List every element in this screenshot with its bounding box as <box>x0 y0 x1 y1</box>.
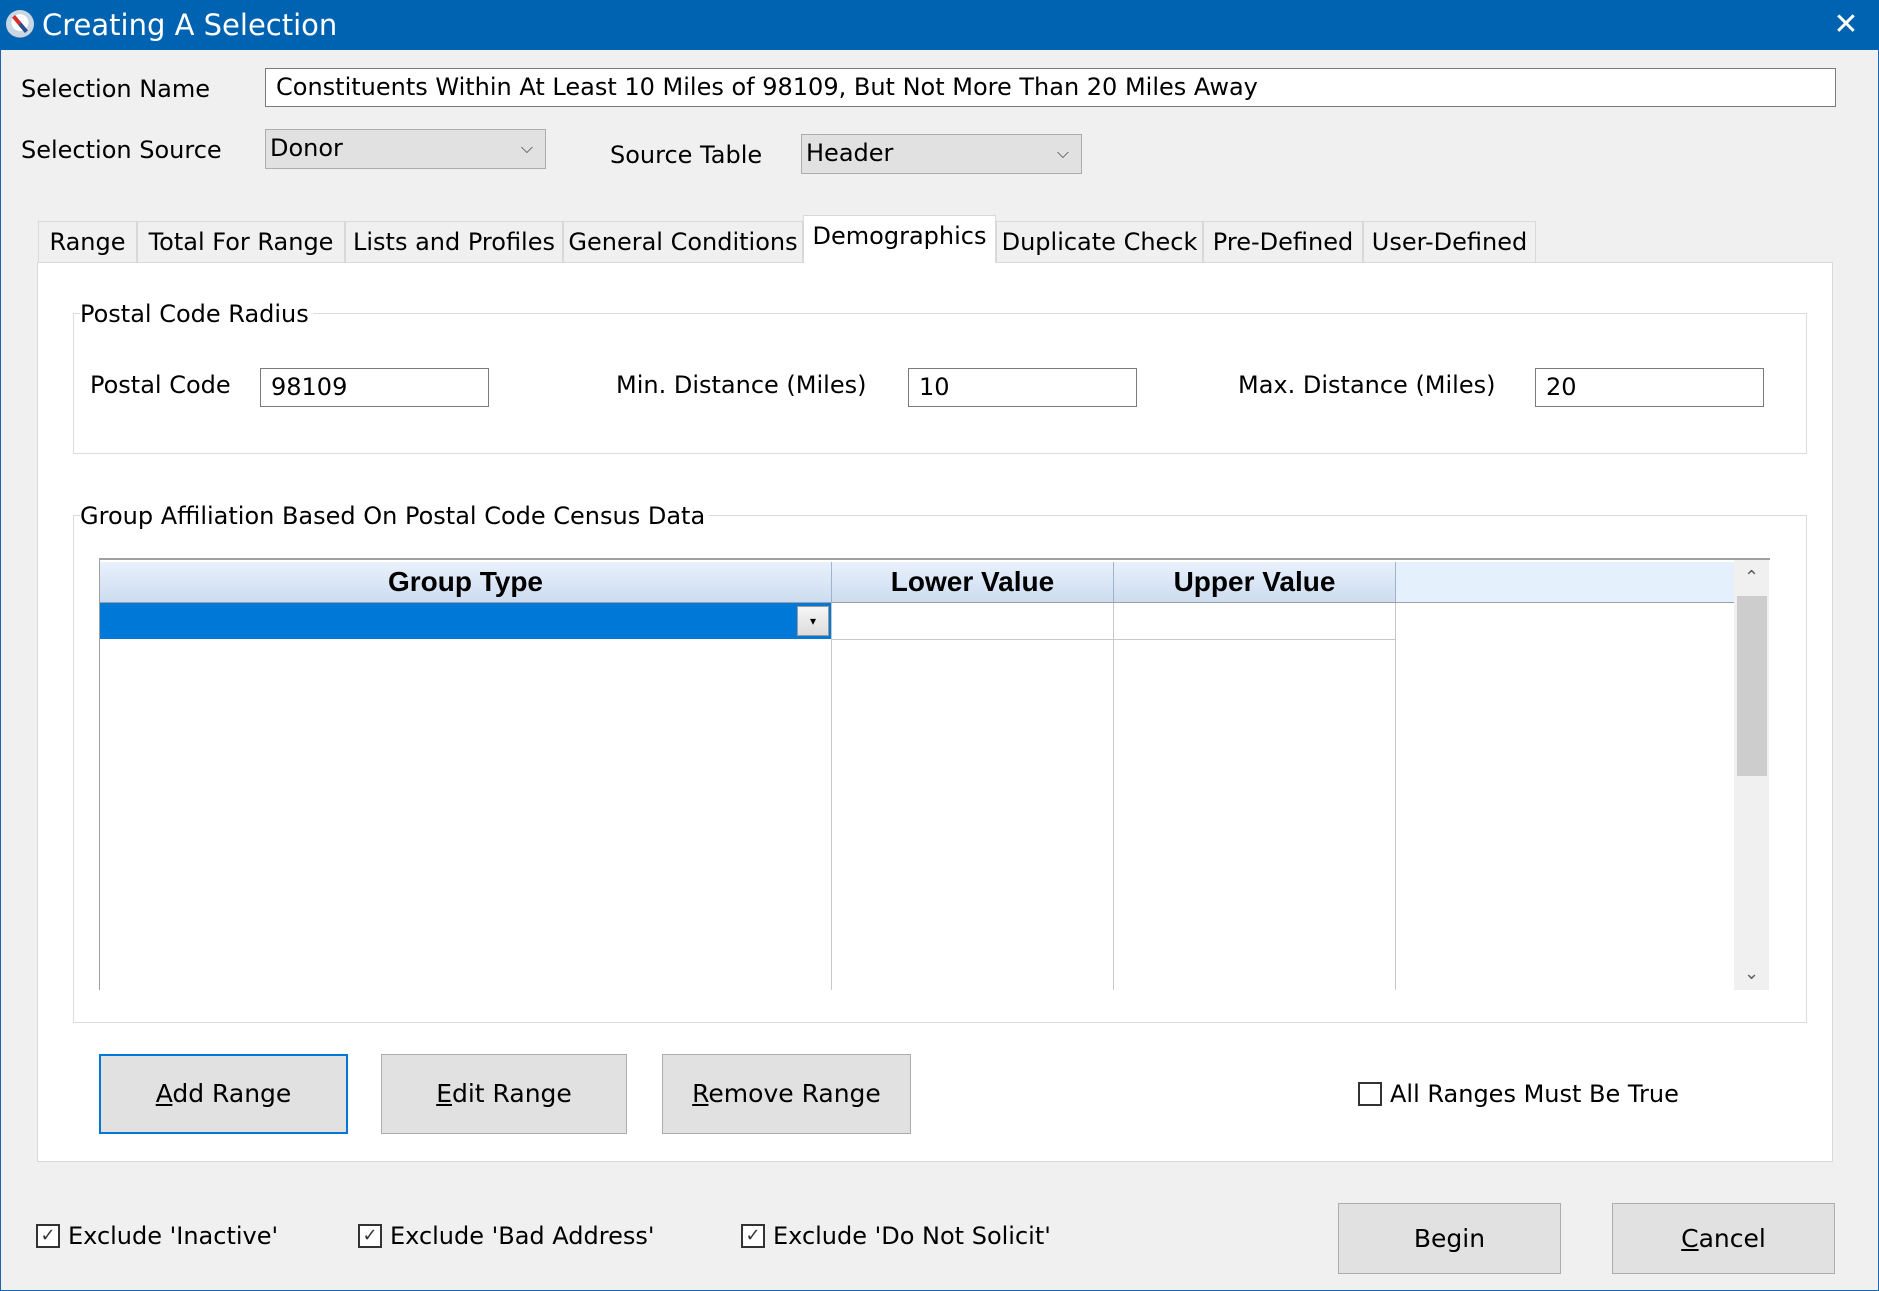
cancel-button[interactable]: Cancel <box>1612 1203 1835 1274</box>
remove-range-button[interactable]: Remove Range <box>662 1054 911 1134</box>
exclude-inactive-checkbox[interactable]: ✓ <box>36 1224 60 1248</box>
postal-code-input[interactable]: 98109 <box>260 368 489 407</box>
source-table-select[interactable]: Header ⌵ <box>801 134 1082 174</box>
selection-name-input[interactable]: Constituents Within At Least 10 Miles of… <box>265 68 1836 107</box>
selection-source-select[interactable]: Donor ⌵ <box>265 129 546 169</box>
header-filler <box>1396 562 1734 602</box>
chevron-down-icon: ⌵ <box>1056 143 1069 162</box>
button-label: emove Range <box>708 1079 881 1108</box>
button-label: dd Range <box>172 1079 292 1108</box>
exclude-do-not-solicit-checkbox[interactable]: ✓ <box>741 1224 765 1248</box>
group-affiliation-title: Group Affiliation Based On Postal Code C… <box>80 501 710 531</box>
tab-total-for-range[interactable]: Total For Range <box>137 221 345 262</box>
column-divider <box>1113 603 1114 990</box>
vertical-scrollbar[interactable]: ⌃ ⌄ <box>1734 560 1769 990</box>
edit-range-button[interactable]: Edit Range <box>381 1054 627 1134</box>
tab-general-conditions[interactable]: General Conditions <box>563 221 803 262</box>
scrollbar-thumb[interactable] <box>1737 596 1767 776</box>
exclude-do-not-solicit-label[interactable]: Exclude 'Do Not Solicit' <box>773 1221 1051 1251</box>
column-header-lower-value[interactable]: Lower Value <box>832 562 1114 602</box>
source-table-label: Source Table <box>610 141 763 169</box>
dropdown-arrow-icon: ▾ <box>809 614 817 628</box>
tab-pre-defined[interactable]: Pre-Defined <box>1203 221 1363 262</box>
chevron-down-icon: ⌵ <box>520 138 533 157</box>
exclude-inactive-label[interactable]: Exclude 'Inactive' <box>68 1221 278 1251</box>
max-distance-label: Max. Distance (Miles) <box>1238 371 1496 399</box>
source-table-value: Header <box>806 139 894 167</box>
selection-source-label: Selection Source <box>21 136 222 164</box>
postal-code-label: Postal Code <box>90 371 231 399</box>
lower-value-cell[interactable] <box>832 603 1113 639</box>
table-row-selected[interactable] <box>100 603 831 639</box>
scroll-up-icon[interactable]: ⌃ <box>1734 562 1769 594</box>
exclude-bad-address-checkbox[interactable]: ✓ <box>358 1224 382 1248</box>
close-button[interactable]: ✕ <box>1813 0 1879 50</box>
tab-range[interactable]: Range <box>38 221 137 262</box>
tab-user-defined[interactable]: User-Defined <box>1363 221 1536 262</box>
min-distance-label: Min. Distance (Miles) <box>616 371 867 399</box>
add-range-button[interactable]: Add Range <box>99 1054 348 1134</box>
accelerator-key: A <box>155 1079 173 1108</box>
tab-demographics[interactable]: Demographics <box>803 215 996 263</box>
all-ranges-must-be-true-checkbox[interactable] <box>1358 1082 1382 1106</box>
min-distance-input[interactable]: 10 <box>908 368 1137 407</box>
all-ranges-must-be-true-label[interactable]: All Ranges Must Be True <box>1390 1079 1679 1109</box>
title-bar: Creating A Selection ✕ <box>0 0 1879 50</box>
exclude-bad-address-label[interactable]: Exclude 'Bad Address' <box>390 1221 654 1251</box>
compass-icon <box>6 10 34 38</box>
selection-source-value: Donor <box>270 134 343 162</box>
max-distance-input[interactable]: 20 <box>1535 368 1764 407</box>
begin-button[interactable]: Begin <box>1338 1203 1561 1274</box>
column-divider <box>831 603 832 990</box>
postal-code-radius-title: Postal Code Radius <box>80 299 313 329</box>
group-affiliation-grid[interactable]: Group Type Lower Value Upper Value ▾ ⌃ ⌄ <box>99 558 1770 990</box>
accelerator-key: C <box>1681 1224 1699 1253</box>
scroll-down-icon[interactable]: ⌄ <box>1734 958 1769 990</box>
row-divider <box>831 639 1396 640</box>
button-label: dit Range <box>451 1079 572 1108</box>
window-title: Creating A Selection <box>42 8 338 42</box>
column-divider <box>1395 603 1396 990</box>
selection-name-label: Selection Name <box>21 75 211 103</box>
tab-duplicate-check[interactable]: Duplicate Check <box>996 221 1203 262</box>
column-header-group-type[interactable]: Group Type <box>100 562 832 602</box>
check-icon: ✓ <box>362 1225 378 1246</box>
upper-value-cell[interactable] <box>1114 603 1395 639</box>
tab-lists-and-profiles[interactable]: Lists and Profiles <box>345 221 563 262</box>
accelerator-key: E <box>436 1079 452 1108</box>
group-type-dropdown-button[interactable]: ▾ <box>797 606 829 636</box>
column-header-upper-value[interactable]: Upper Value <box>1114 562 1396 602</box>
accelerator-key: R <box>692 1079 709 1108</box>
button-label: ancel <box>1698 1224 1766 1253</box>
check-icon: ✓ <box>40 1225 56 1246</box>
check-icon: ✓ <box>745 1225 761 1246</box>
